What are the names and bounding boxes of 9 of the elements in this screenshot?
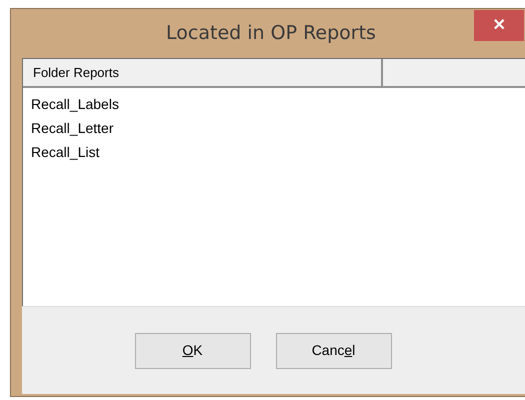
dialog-button[interactable]: OK <box>134 332 250 368</box>
window-title: Located in OP Reports <box>165 21 376 46</box>
list-item[interactable]: Recall_Letter <box>31 116 525 140</box>
close-button[interactable]: ✕ <box>474 10 524 41</box>
dialog-button[interactable]: Cancel <box>276 332 392 368</box>
column-header[interactable]: Folder Reports <box>23 59 383 88</box>
list-item[interactable]: Recall_Labels <box>31 92 525 116</box>
list-item[interactable]: Recall_List <box>31 140 525 164</box>
column-header[interactable] <box>383 59 525 88</box>
